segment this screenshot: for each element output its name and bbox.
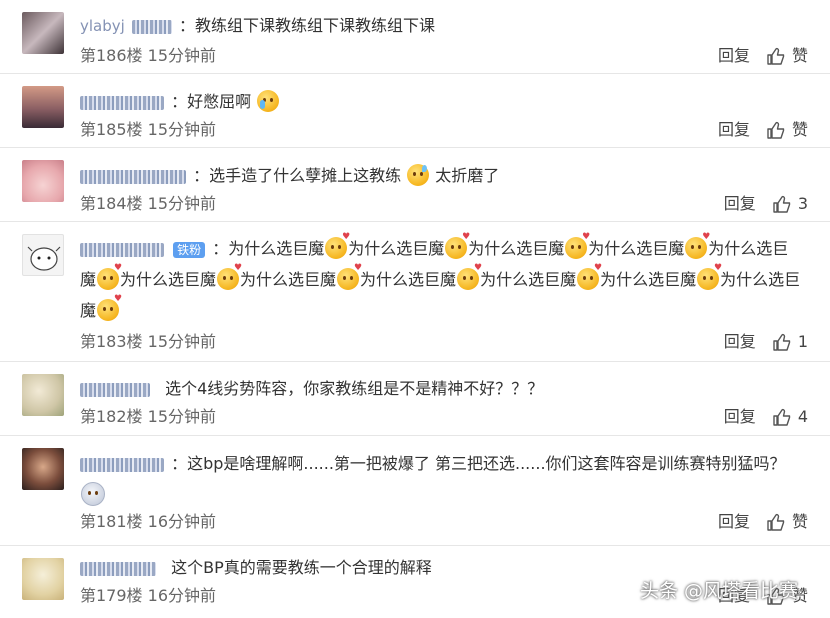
avatar[interactable] (22, 374, 64, 416)
like-count: 赞 (791, 120, 808, 139)
like-count: 4 (797, 407, 808, 426)
comment-text: 为什么选巨魔 (360, 270, 457, 289)
reply-button[interactable]: 回复 (724, 192, 756, 216)
thumbs-up-icon (767, 47, 785, 65)
thumbs-up-icon (773, 333, 791, 351)
timestamp: 15分钟前 (147, 194, 217, 213)
reply-button[interactable]: 回复 (718, 510, 750, 534)
like-button[interactable]: 赞 (766, 118, 808, 142)
thumbs-up-icon (773, 408, 791, 426)
thumbs-up-icon (767, 121, 785, 139)
comment-item: ：这bp是啥理解啊......第一把被爆了 第三把还选......你们这套阵容是… (0, 436, 830, 546)
comment-text: ：这bp是啥理解啊......第一把被爆了 第三把还选......你们这套阵容是… (171, 454, 786, 473)
thinking-emoji-icon: ♥ (577, 263, 602, 290)
comment-item: ：选手造了什么孽摊上这教练 太折磨了 第184楼 15分钟前 回复 3 (0, 148, 830, 222)
comment-item: ：好憋屈啊 第185楼 15分钟前 回复 赞 (0, 74, 830, 148)
like-count: 1 (797, 332, 808, 351)
thinking-emoji-icon: ♥ (697, 263, 722, 290)
comment-text: 为什么选巨魔 (600, 270, 697, 289)
comment-item: 铁粉 ：为什么选巨魔 ♥ 为什么选巨魔 ♥ 为什么选巨魔 ♥ 为什么选巨魔 ♥ 为什么选巨魔 ♥ 为… (0, 222, 830, 362)
floor-number: 第179楼 (80, 586, 143, 605)
thinking-emoji-icon: ♥ (217, 263, 242, 290)
username[interactable] (80, 457, 164, 472)
floor-number: 第181楼 (80, 512, 143, 531)
avatar[interactable] (22, 234, 64, 276)
floor-number: 第185楼 (80, 120, 143, 139)
reply-button[interactable]: 回复 (718, 44, 750, 68)
timestamp: 16分钟前 (147, 586, 217, 605)
timestamp: 15分钟前 (147, 46, 217, 65)
username-blur (131, 19, 172, 34)
like-count: 赞 (791, 512, 808, 531)
username[interactable] (80, 382, 150, 397)
avatar[interactable] (22, 86, 64, 128)
thinking-emoji-icon: ♥ (457, 263, 482, 290)
comment-item: 选个4线劣势阵容，你家教练组是不是精神不好？？？ 第182楼 15分钟前 回复 … (0, 362, 830, 436)
thumbs-up-icon (773, 195, 791, 213)
username[interactable] (80, 95, 164, 110)
reply-button[interactable]: 回复 (724, 405, 756, 429)
comment-text: 为什么选巨魔 (588, 239, 685, 258)
timestamp: 16分钟前 (147, 512, 217, 531)
username[interactable] (80, 561, 156, 576)
comment-text: 为什么选巨魔 (240, 270, 337, 289)
avatar[interactable] (22, 558, 64, 600)
comment-text: 为什么选巨魔 (480, 270, 577, 289)
timestamp: 15分钟前 (147, 407, 217, 426)
thumbs-up-icon (767, 513, 785, 531)
timestamp: 15分钟前 (147, 120, 217, 139)
avatar[interactable] (22, 12, 64, 54)
comment-text: ：教练组下课教练组下课教练组下课 (179, 16, 436, 35)
comment-text: ：选手造了什么孽摊上这教练 (193, 166, 402, 185)
like-button[interactable]: 赞 (766, 510, 808, 534)
timestamp: 15分钟前 (147, 332, 217, 351)
watermark: 头条 @风塔看比赛 (640, 580, 799, 602)
username[interactable]: ylabyj (80, 11, 125, 42)
cartoon-avatar-icon (27, 246, 61, 271)
like-count: 3 (797, 194, 808, 213)
sweat-emoji-icon (407, 163, 430, 186)
floor-number: 第183楼 (80, 332, 143, 351)
thinking-emoji-icon: ♥ (565, 232, 590, 259)
comment-text: 为什么选巨魔 (348, 239, 445, 258)
thinking-emoji-icon: ♥ (445, 232, 470, 259)
reply-button[interactable]: 回复 (718, 118, 750, 142)
like-button[interactable]: 1 (772, 330, 808, 354)
ghost-emoji-icon (81, 481, 105, 506)
like-button[interactable]: 4 (772, 405, 808, 429)
crying-emoji-icon (257, 89, 280, 112)
comment-text: 为什么选巨魔 (468, 239, 565, 258)
thinking-emoji-icon: ♥ (337, 263, 362, 290)
username[interactable] (80, 169, 186, 184)
username[interactable] (80, 242, 164, 257)
thinking-emoji-icon: ♥ (97, 263, 122, 290)
comment-text: 选个4线劣势阵容，你家教练组是不是精神不好？？？ (165, 379, 544, 398)
like-button[interactable]: 3 (772, 192, 808, 216)
thinking-emoji-icon: ♥ (97, 294, 122, 321)
comment-text: ：为什么选巨魔 (212, 239, 325, 258)
thinking-emoji-icon: ♥ (685, 232, 710, 259)
floor-number: 第186楼 (80, 46, 143, 65)
fan-badge: 铁粉 (173, 241, 206, 258)
comment-item: ylabyj ：教练组下课教练组下课教练组下课 第186楼 15分钟前 回复 赞 (0, 0, 830, 74)
avatar[interactable] (22, 448, 64, 490)
like-count: 赞 (791, 46, 808, 65)
comment-text: ：好憋屈啊 (171, 92, 252, 111)
like-button[interactable]: 赞 (766, 44, 808, 68)
comment-text-tail: 太折磨了 (435, 166, 500, 185)
floor-number: 第184楼 (80, 194, 143, 213)
reply-button[interactable]: 回复 (724, 330, 756, 354)
floor-number: 第182楼 (80, 407, 143, 426)
comment-text: 为什么选巨魔 (120, 270, 217, 289)
avatar[interactable] (22, 160, 64, 202)
thinking-emoji-icon: ♥ (325, 232, 350, 259)
comment-text: 这个BP真的需要教练一个合理的解释 (171, 558, 432, 577)
